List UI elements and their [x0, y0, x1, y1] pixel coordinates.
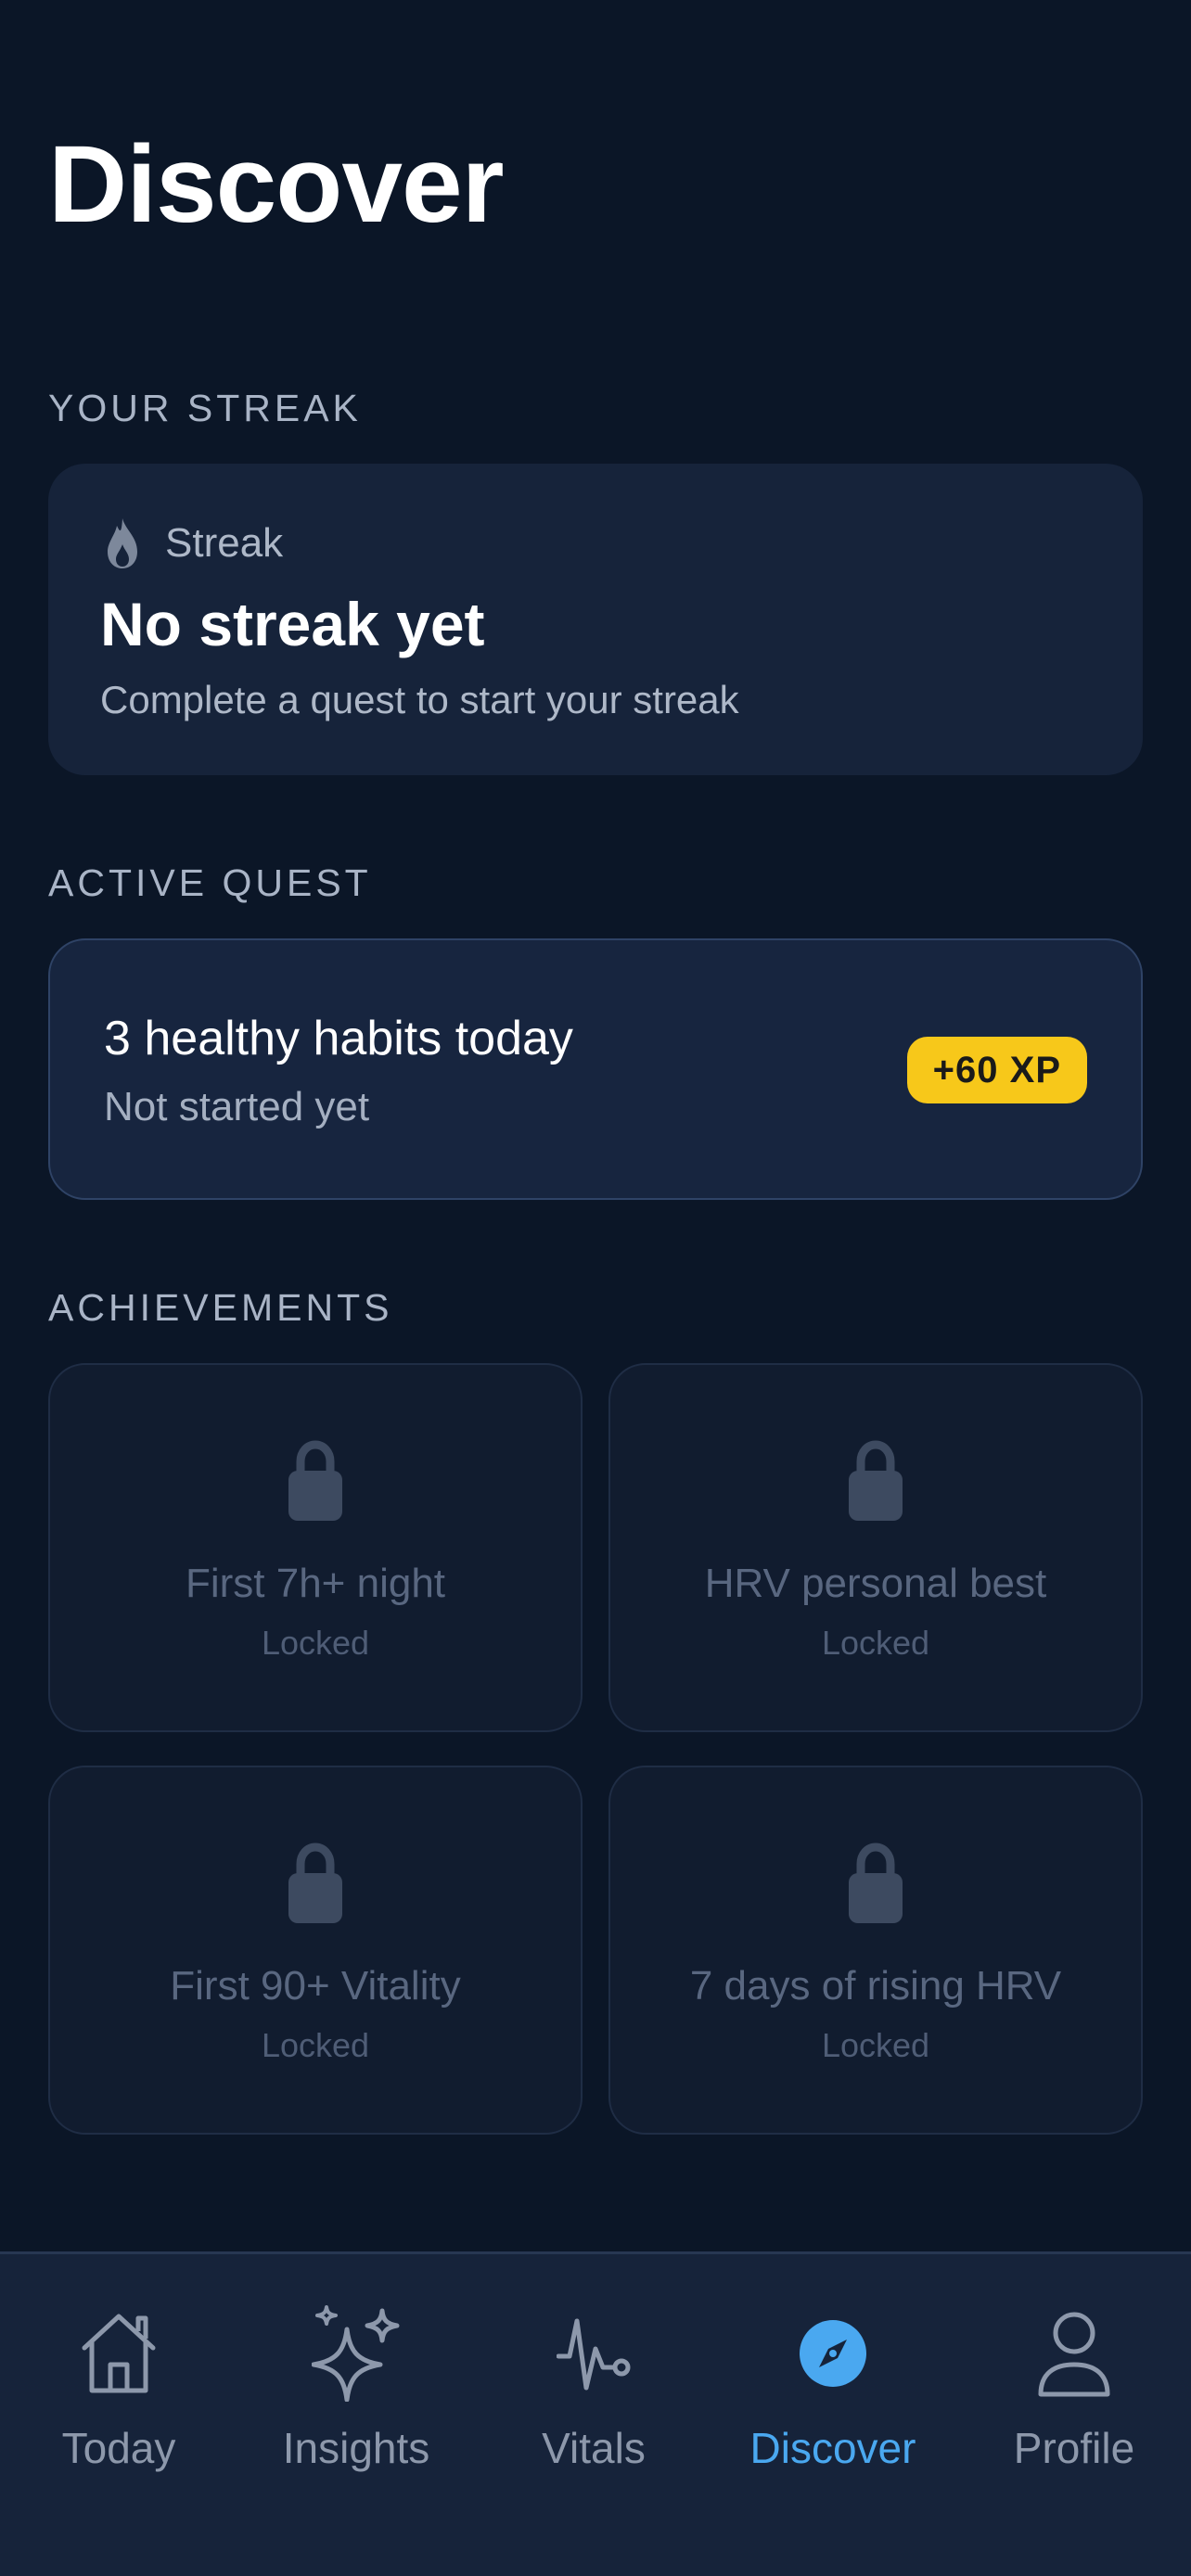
streak-subtitle: Complete a quest to start your streak	[100, 678, 739, 721]
heartbeat-icon	[543, 2302, 645, 2404]
xp-reward-badge: +60 XP	[906, 1037, 1087, 1103]
achievement-status: Locked	[261, 2026, 370, 2064]
section-label-quest: ACTIVE QUEST	[48, 861, 372, 904]
tab-label: Profile	[1013, 2424, 1135, 2472]
lock-icon	[847, 1836, 904, 1925]
achievement-card[interactable]: HRV personal best Locked	[608, 1363, 1143, 1732]
tab-label: Vitals	[542, 2424, 646, 2472]
tab-bar: Today Insights Vitals Discover Profile	[0, 2251, 1191, 2576]
streak-title: No streak yet	[100, 590, 485, 658]
tab-profile[interactable]: Profile	[955, 2254, 1191, 2532]
person-icon	[1023, 2302, 1125, 2404]
achievement-status: Locked	[821, 1624, 930, 1662]
tab-label: Insights	[282, 2424, 430, 2472]
section-label-achievements: ACHIEVEMENTS	[48, 1286, 393, 1329]
achievement-card[interactable]: First 90+ Vitality Locked	[48, 1766, 583, 2135]
compass-icon	[782, 2302, 884, 2404]
page-title: Discover	[48, 123, 505, 246]
tab-label: Today	[61, 2424, 176, 2472]
tab-insights[interactable]: Insights	[237, 2254, 475, 2532]
streak-card[interactable]: Streak No streak yet Complete a quest to…	[48, 464, 1143, 775]
tab-vitals[interactable]: Vitals	[475, 2254, 712, 2532]
achievement-card[interactable]: First 7h+ night Locked	[48, 1363, 583, 1732]
sparkles-icon	[305, 2302, 407, 2404]
section-label-streak: YOUR STREAK	[48, 387, 362, 429]
streak-header-label: Streak	[165, 520, 284, 566]
lock-icon	[847, 1434, 904, 1523]
achievement-card[interactable]: 7 days of rising HRV Locked	[608, 1766, 1143, 2135]
tab-today[interactable]: Today	[0, 2254, 237, 2532]
achievement-status: Locked	[821, 2026, 930, 2064]
achievement-name: First 90+ Vitality	[170, 1963, 461, 2009]
tab-label: Discover	[749, 2424, 916, 2472]
achievement-name: 7 days of rising HRV	[689, 1963, 1062, 2009]
achievement-status: Locked	[261, 1624, 370, 1662]
achievement-name: First 7h+ night	[185, 1561, 446, 1606]
flame-icon	[104, 516, 141, 570]
achievement-name: HRV personal best	[704, 1561, 1047, 1606]
active-quest-card[interactable]: 3 healthy habits today Not started yet +…	[48, 938, 1143, 1200]
lock-icon	[287, 1836, 344, 1925]
quest-title: 3 healthy habits today	[104, 1012, 573, 1065]
streak-header: Streak	[104, 516, 283, 571]
tab-discover[interactable]: Discover	[714, 2254, 952, 2532]
discover-screen: Discover YOUR STREAK Streak No streak ye…	[0, 0, 1191, 2576]
lock-icon	[287, 1434, 344, 1523]
quest-status: Not started yet	[104, 1084, 370, 1129]
home-icon	[68, 2302, 170, 2404]
